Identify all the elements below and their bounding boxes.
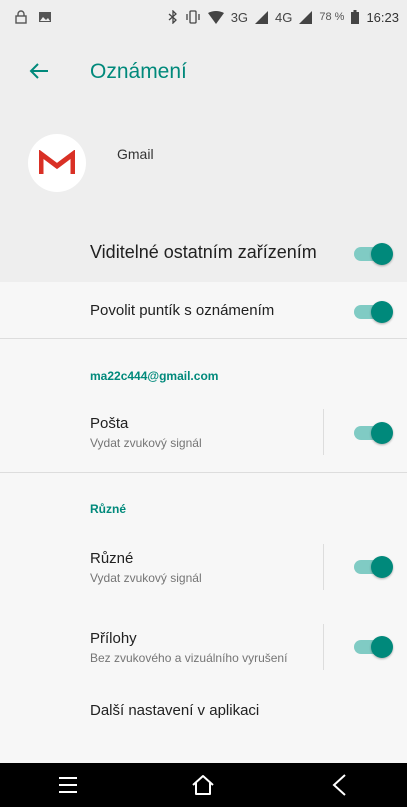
badge-row[interactable]: Povolit puntík s oznámením [0,282,407,338]
battery-icon [351,10,360,24]
navigation-bar [0,763,407,807]
menu-icon[interactable] [48,765,88,805]
channel-title: Pošta [90,415,129,432]
signal-icon [299,10,313,24]
wifi-icon [207,10,224,24]
bluetooth-icon [168,10,177,24]
divider [0,472,407,473]
badge-row-label: Povolit puntík s oznámením [90,302,275,319]
clock: 16:23 [366,9,399,25]
vibrate-icon [186,10,200,24]
posta-toggle-switch[interactable] [354,422,393,444]
channel-subtitle: Bez zvukového a vizuálního vyrušení [90,651,288,665]
battery-percent: 78 % [319,11,345,23]
channel-title: Přílohy [90,630,137,647]
channel-subtitle: Vydat zvukový signál [90,571,202,585]
more-settings-row[interactable]: Další nastavení v aplikaci [0,690,407,734]
divider [323,544,324,590]
channel-subtitle: Vydat zvukový signál [90,436,202,450]
channel-title: Různé [90,550,134,567]
signal-icon [255,10,269,24]
app-bar: Oznámení [0,34,407,106]
network-3g-label: 3G [230,9,249,25]
app-header: Gmail [0,106,407,226]
divider [0,338,407,339]
gmail-icon [28,134,86,192]
back-icon[interactable] [319,765,359,805]
status-bar: 3G 4G 78 % 16:23 [0,0,407,34]
channel-row-posta[interactable]: Pošta Vydat zvukový signál [0,400,407,466]
prilohy-toggle-switch[interactable] [354,636,393,658]
divider [323,624,324,670]
home-icon[interactable] [183,765,223,805]
divider [323,409,324,455]
channel-row-ruzne[interactable]: Různé Vydat zvukový signál [0,540,407,596]
section-header-account: ma22c444@gmail.com [90,369,219,383]
master-toggle-switch[interactable] [354,243,393,265]
back-arrow-icon[interactable] [28,60,50,82]
section-header-misc: Různé [90,502,126,516]
app-name: Gmail [117,146,154,162]
badge-toggle-switch[interactable] [354,301,393,323]
ruzne-toggle-switch[interactable] [354,556,393,578]
master-toggle-label: Viditelné ostatním zařízením [90,242,317,262]
more-settings-label: Další nastavení v aplikaci [90,702,260,719]
channel-row-prilohy[interactable]: Přílohy Bez zvukového a vizuálního vyruš… [0,620,407,676]
page-title: Oznámení [90,60,187,83]
network-4g-label: 4G [275,9,293,25]
lock-icon [15,10,27,24]
master-toggle-row[interactable]: Viditelné ostatním zařízením [0,226,407,282]
image-icon [39,12,51,22]
